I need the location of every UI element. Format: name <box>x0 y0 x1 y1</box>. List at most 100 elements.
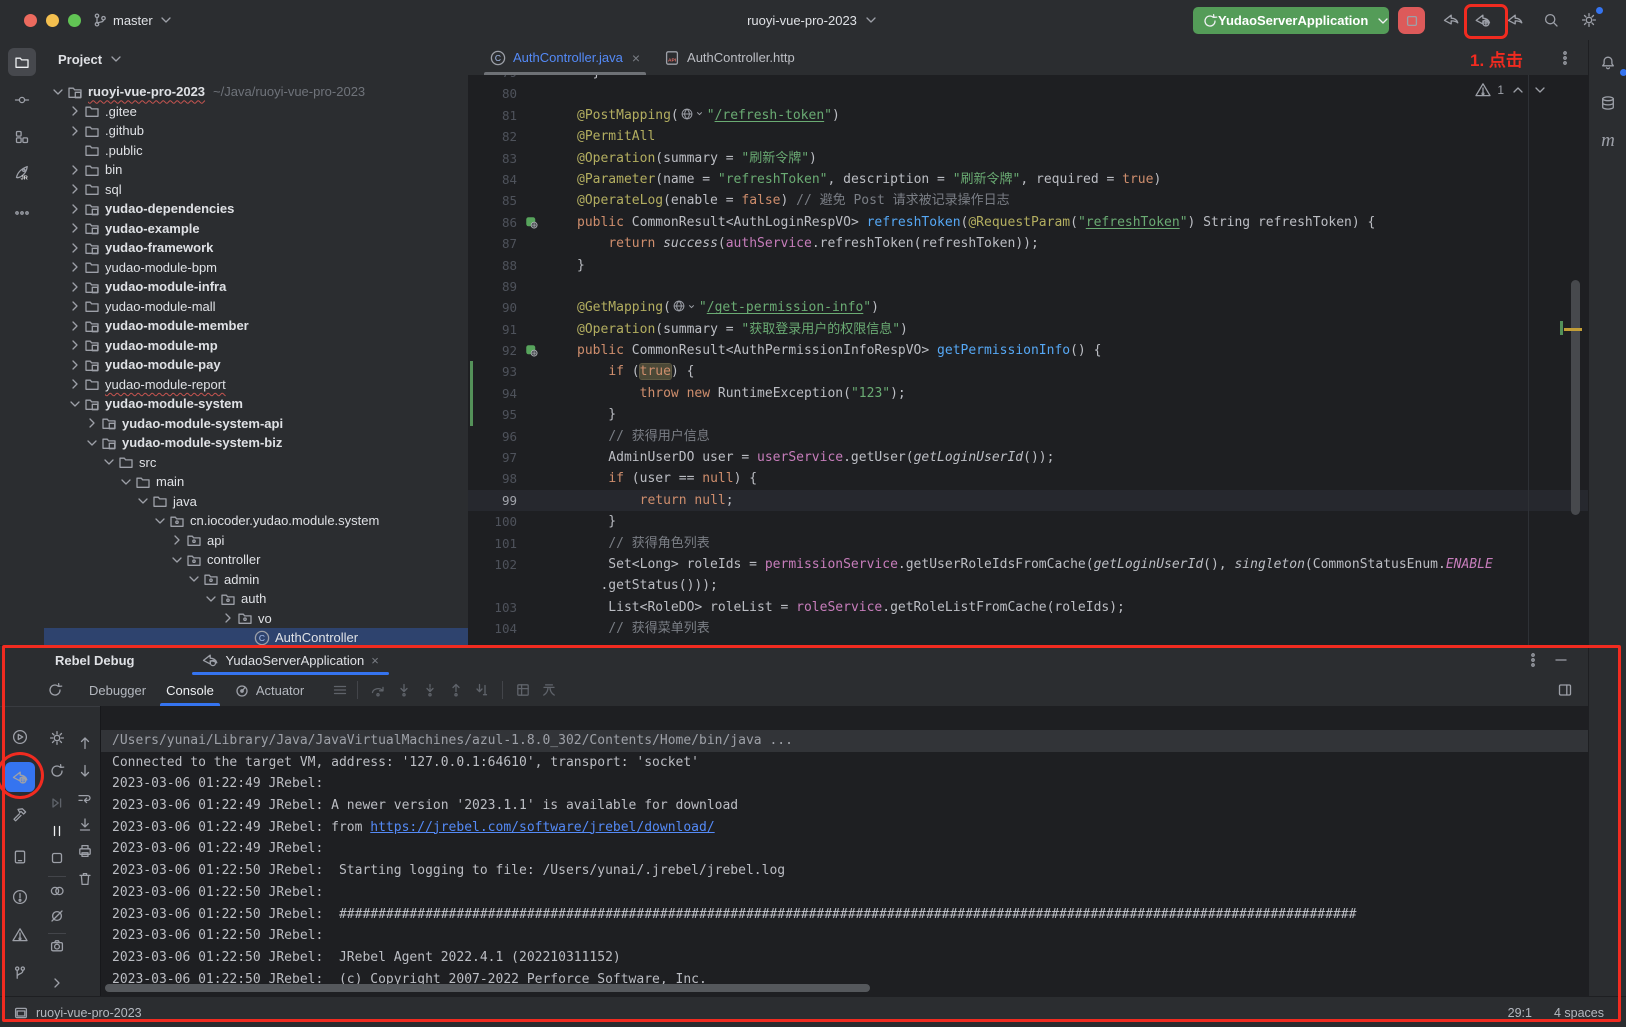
line-number[interactable]: 79 <box>468 75 517 83</box>
tree-item--public[interactable]: .public <box>44 141 468 161</box>
code-line-87[interactable]: 87 return success(authService.refreshTok… <box>468 233 1588 254</box>
code-line-92[interactable]: 92public CommonResult<AuthPermissionInfo… <box>468 340 1588 361</box>
chevron-down-icon[interactable] <box>203 591 219 607</box>
git-tool-button[interactable] <box>10 963 30 983</box>
chevron-right-icon[interactable] <box>67 337 83 353</box>
inspection-widget[interactable]: 1 <box>1475 82 1548 98</box>
line-number[interactable]: 104 <box>468 618 517 639</box>
line-number[interactable]: 86 <box>468 212 517 233</box>
chevron-right-icon[interactable] <box>84 415 100 431</box>
tab-debugger[interactable]: Debugger <box>79 674 156 706</box>
line-number[interactable]: 103 <box>468 597 517 618</box>
code-line-90[interactable]: 90@GetMapping("/get-permission-info") <box>468 297 1588 318</box>
tree-item-api[interactable]: api <box>44 531 468 551</box>
code-line-82[interactable]: 82@PermitAll <box>468 126 1588 147</box>
chevron-down-icon[interactable] <box>67 396 83 412</box>
tab-authcontroller-http[interactable]: API AuthController.http <box>652 40 807 75</box>
code-line-97[interactable]: 97 AdminUserDO user = userService.getUse… <box>468 447 1588 468</box>
chevron-right-icon[interactable] <box>67 357 83 373</box>
code-line-101[interactable]: 101 // 获得角色列表 <box>468 533 1588 554</box>
next-problem-icon[interactable] <box>1532 82 1548 98</box>
editor-scrollbar[interactable] <box>1571 280 1580 515</box>
code-line-99[interactable]: 99 return null; <box>468 490 1588 511</box>
line-number[interactable]: 87 <box>468 233 517 254</box>
stop-button[interactable] <box>1398 7 1425 34</box>
build-tool-button[interactable] <box>10 805 30 825</box>
line-number[interactable]: 99 <box>468 490 517 511</box>
project-tool-button[interactable] <box>8 48 36 76</box>
warnings-tool-button[interactable] <box>10 925 30 945</box>
project-panel-header[interactable]: Project <box>44 40 468 67</box>
tree-item-auth[interactable]: auth <box>44 589 468 609</box>
line-number[interactable]: 92 <box>468 340 517 361</box>
code-line-102[interactable]: 102 Set<Long> roleIds = permissionServic… <box>468 554 1588 575</box>
more-tools-button[interactable] <box>8 199 36 227</box>
chevron-right-icon[interactable] <box>67 259 83 275</box>
tree-item-bin[interactable]: bin <box>44 160 468 180</box>
tree-item-yudao-example[interactable]: yudao-example <box>44 219 468 239</box>
code-viewport[interactable]: 79 }8081@PostMapping("/refresh-token")82… <box>468 75 1588 645</box>
chevron-right-icon[interactable] <box>67 318 83 334</box>
line-number[interactable]: 93 <box>468 361 517 382</box>
chevron-right-icon[interactable] <box>67 181 83 197</box>
line-number[interactable]: 82 <box>468 126 517 147</box>
run-configuration-button[interactable]: YudaoServerApplication <box>1193 7 1389 34</box>
debug-session-tab[interactable]: YudaoServerApplication × <box>192 646 388 674</box>
maven-tool-button[interactable]: m <box>1597 130 1619 152</box>
code-line-100[interactable]: 100 } <box>468 511 1588 532</box>
print-icon[interactable] <box>75 841 95 861</box>
rerun-icon[interactable] <box>47 761 67 781</box>
commit-tool-button[interactable] <box>8 86 36 114</box>
line-number[interactable]: 84 <box>468 169 517 190</box>
debug-options-kebab-icon[interactable] <box>1524 651 1542 669</box>
line-number[interactable]: 89 <box>468 276 517 297</box>
tree-item-yudao-dependencies[interactable]: yudao-dependencies <box>44 199 468 219</box>
chevron-right-icon[interactable] <box>67 376 83 392</box>
code-line-91[interactable]: 91@Operation(summary = "获取登录用户的权限信息") <box>468 319 1588 340</box>
chevron-right-icon[interactable] <box>67 123 83 139</box>
code-line-79[interactable]: 79 } <box>468 75 1588 83</box>
chevron-down-icon[interactable] <box>118 474 134 490</box>
line-number[interactable]: 85 <box>468 190 517 211</box>
git-branch-widget[interactable]: master <box>86 8 180 32</box>
line-number[interactable]: 83 <box>468 148 517 169</box>
tree-item-yudao-module-mp[interactable]: yudao-module-mp <box>44 336 468 356</box>
code-line-84[interactable]: 84@Parameter(name = "refreshToken", desc… <box>468 169 1588 190</box>
code-line-83[interactable]: 83@Operation(summary = "刷新令牌") <box>468 148 1588 169</box>
code-line-80[interactable]: 80 <box>468 83 1588 104</box>
line-number[interactable]: 101 <box>468 533 517 554</box>
code-line-98[interactable]: 98 if (user == null) { <box>468 468 1588 489</box>
prev-problem-icon[interactable] <box>1510 82 1526 98</box>
jrebel-endpoint-gutter-icon[interactable] <box>524 343 539 358</box>
line-number[interactable]: 94 <box>468 383 517 404</box>
rerun-debug-icon[interactable] <box>45 680 65 700</box>
line-number[interactable]: 95 <box>468 404 517 425</box>
tree-item-yudao-framework[interactable]: yudao-framework <box>44 238 468 258</box>
close-session-icon[interactable]: × <box>371 653 379 668</box>
line-number[interactable]: 100 <box>468 511 517 532</box>
tree-item-ruoyi-vue-pro-2023[interactable]: ruoyi-vue-pro-2023~/Java/ruoyi-vue-pro-2… <box>44 82 468 102</box>
editor-options-kebab-icon[interactable] <box>1556 49 1574 67</box>
chevron-right-icon[interactable] <box>67 201 83 217</box>
tree-item-sql[interactable]: sql <box>44 180 468 200</box>
tree-item-cn-iocoder-yudao-module-system[interactable]: cn.iocoder.yudao.module.system <box>44 511 468 531</box>
tree-item-yudao-module-system[interactable]: yudao-module-system <box>44 394 468 414</box>
code-line-85[interactable]: 85@OperateLog(enable = false) // 避免 Post… <box>468 190 1588 211</box>
chevron-right-icon[interactable] <box>67 240 83 256</box>
code-line-89[interactable]: 89 <box>468 276 1588 297</box>
code-line-93[interactable]: 93 if (true) { <box>468 361 1588 382</box>
chevron-down-icon[interactable] <box>152 513 168 529</box>
minimize-window-button[interactable] <box>46 14 59 27</box>
console-link[interactable]: https://jrebel.com/software/jrebel/downl… <box>370 820 714 835</box>
code-line-81[interactable]: 81@PostMapping("/refresh-token") <box>468 105 1588 126</box>
run-tool-button[interactable] <box>10 727 30 747</box>
code-line-104[interactable]: 104 // 获得菜单列表 <box>468 618 1588 639</box>
database-tool-button[interactable] <box>1597 92 1619 114</box>
debug-settings-icon[interactable] <box>47 728 67 748</box>
code-line-wrap[interactable]: .getStatus())); <box>468 575 1588 596</box>
code-line-94[interactable]: 94 throw new RuntimeException("123"); <box>468 383 1588 404</box>
close-tab-icon[interactable]: × <box>632 50 640 66</box>
console-horizontal-scrollbar[interactable] <box>105 984 870 992</box>
tree-item-yudao-module-mall[interactable]: yudao-module-mall <box>44 297 468 317</box>
restore-layout-icon[interactable] <box>1556 681 1574 699</box>
